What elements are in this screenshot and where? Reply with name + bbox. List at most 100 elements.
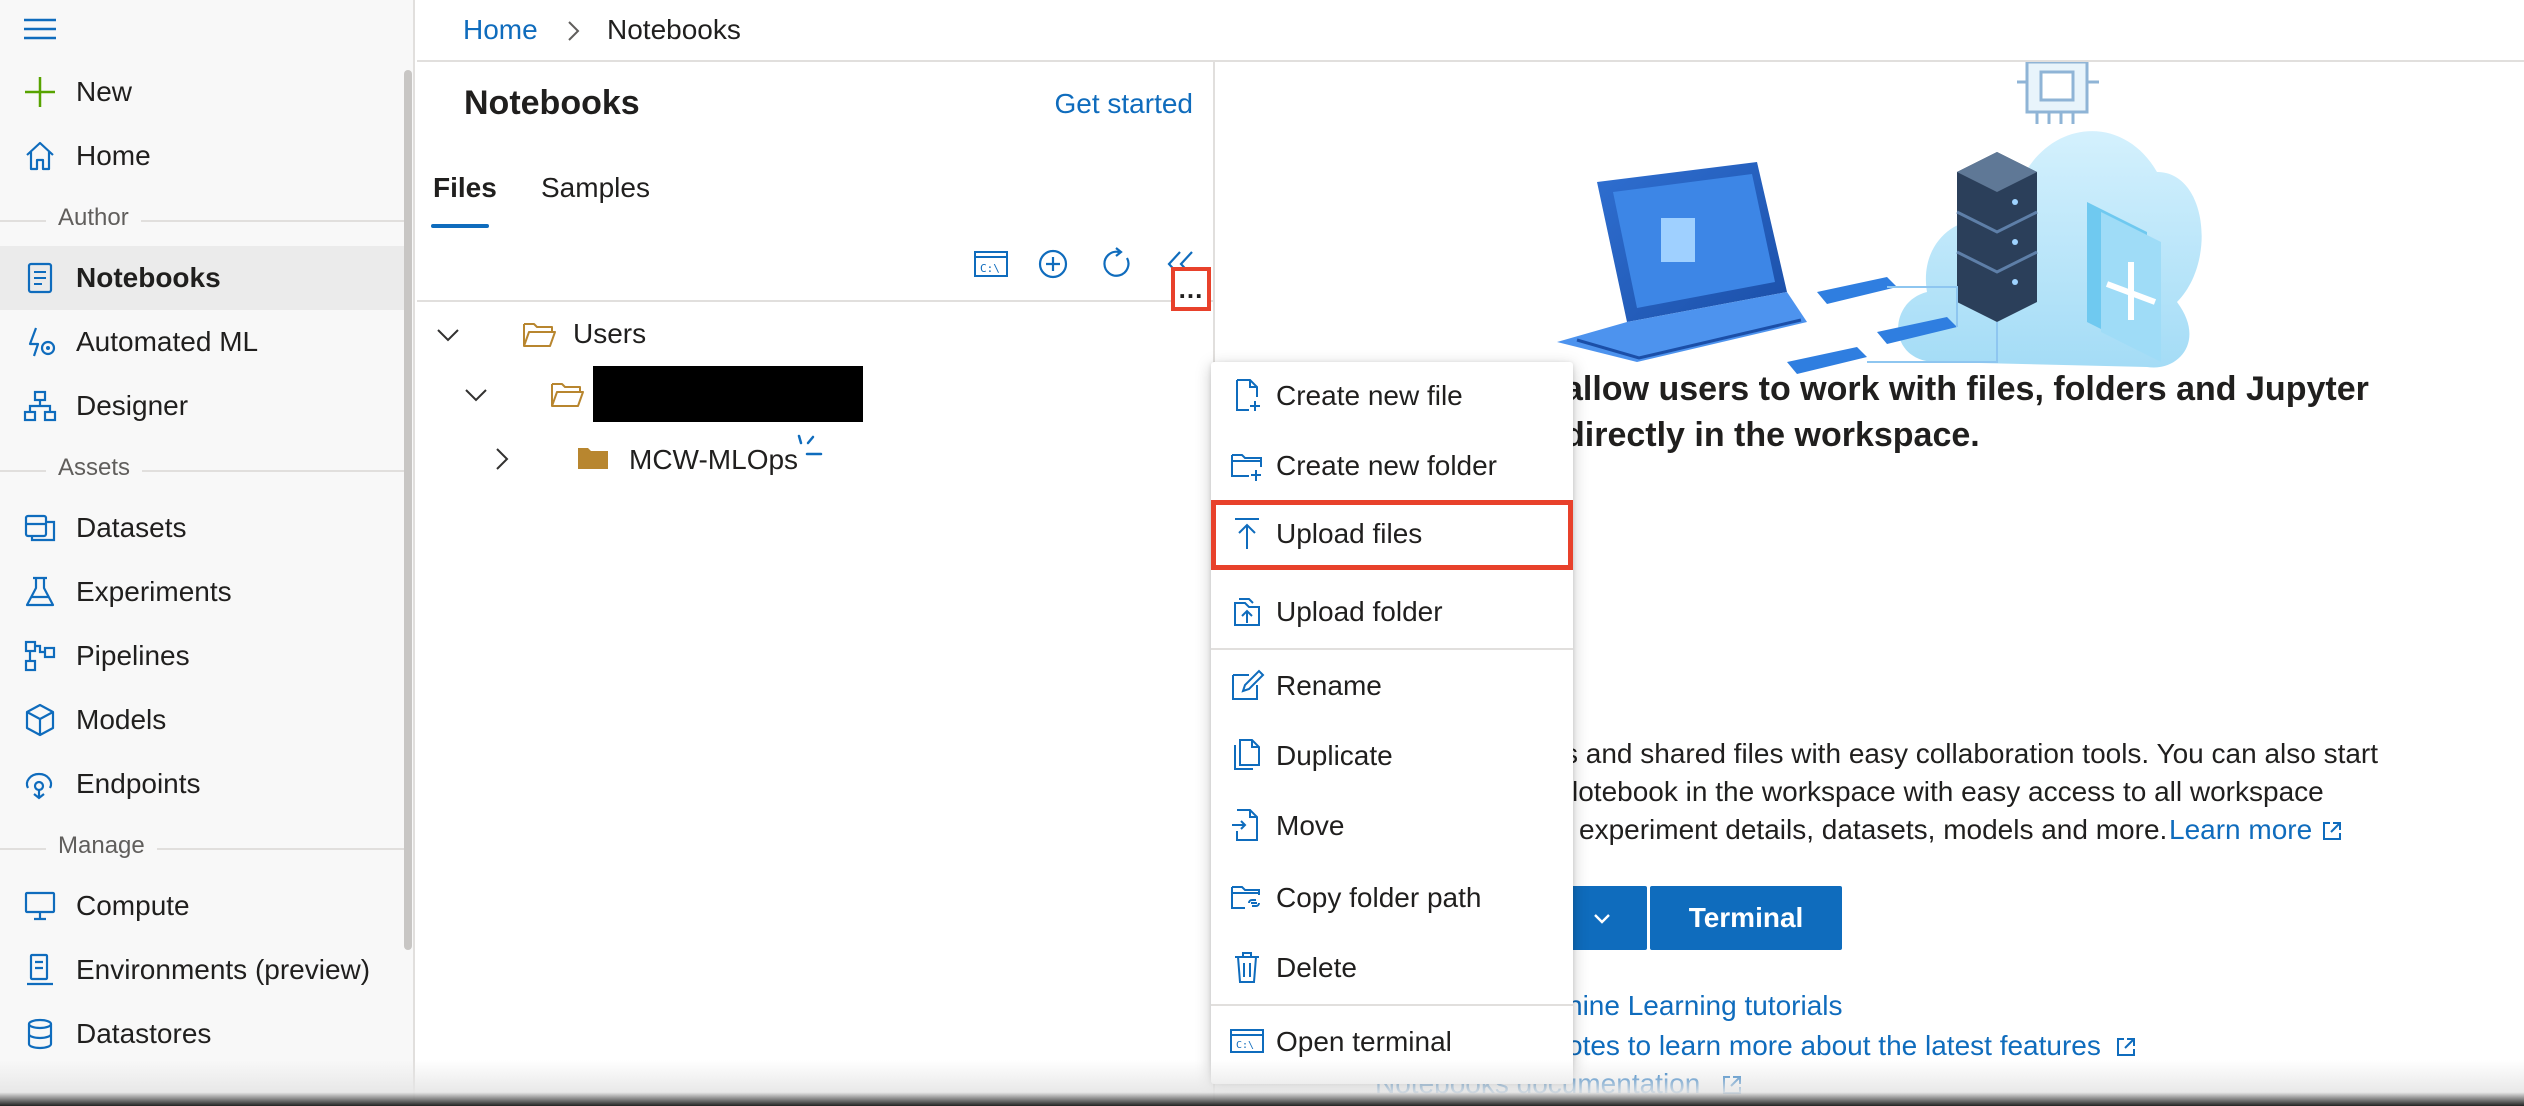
nav-item-experiments[interactable]: Experiments — [0, 560, 404, 624]
nav-item-home[interactable]: Home — [0, 124, 404, 188]
rename-icon — [1229, 667, 1265, 703]
flask-icon — [22, 574, 58, 610]
breadcrumb-current: Notebooks — [607, 14, 741, 45]
learn-more-link[interactable]: Learn more — [2169, 814, 2312, 846]
nav-label: Endpoints — [76, 768, 201, 799]
menu-item-delete[interactable]: Delete — [1211, 934, 1573, 1000]
nav-item-pipelines[interactable]: Pipelines — [0, 624, 404, 688]
dataset-icon — [22, 510, 58, 546]
tutorials-link[interactable]: hine Learning tutorials — [1567, 990, 1843, 1022]
designer-icon — [22, 388, 58, 424]
chevron-down-icon[interactable] — [433, 320, 463, 350]
nav-label: Datastores — [76, 1018, 212, 1049]
duplicate-icon — [1229, 737, 1265, 773]
redacted-username — [593, 366, 863, 422]
nav-item-endpoints[interactable]: Endpoints — [0, 752, 404, 816]
external-link-icon — [2115, 1036, 2137, 1058]
environment-icon — [22, 952, 58, 988]
nav-label: Environments (preview) — [76, 954, 371, 985]
endpoint-icon — [22, 766, 58, 802]
panel-title: Notebooks — [464, 84, 640, 122]
chevron-right-icon[interactable] — [487, 444, 517, 474]
refresh-icon[interactable] — [1097, 244, 1137, 284]
new-file-icon — [1229, 377, 1265, 413]
cube-icon — [22, 702, 58, 738]
nav-label: Home — [76, 140, 151, 171]
menu-item-move[interactable]: Move — [1211, 792, 1573, 858]
folder-context-menu: Create new file Create new folder Upload… — [1211, 362, 1573, 1084]
section-header-author: Author — [0, 200, 404, 240]
tree-row-user-folder[interactable] — [417, 364, 1215, 424]
nav-label: Experiments — [76, 576, 232, 607]
pipeline-icon — [22, 638, 58, 674]
nav-label: Models — [76, 704, 167, 735]
nav-item-datasets[interactable]: Datasets — [0, 496, 404, 560]
nav-item-notebooks[interactable]: Notebooks — [0, 246, 404, 310]
plus-icon — [22, 74, 58, 110]
hamburger-menu-icon[interactable] — [22, 16, 58, 42]
svg-text:C:\: C:\ — [1236, 1040, 1254, 1051]
menu-item-create-new-file[interactable]: Create new file — [1211, 362, 1573, 428]
upload-folder-icon — [1229, 593, 1265, 629]
nav-item-models[interactable]: Models — [0, 688, 404, 752]
sidebar-scrollbar[interactable] — [404, 70, 412, 950]
notebook-icon — [22, 260, 58, 296]
nav-label: Designer — [76, 390, 189, 421]
nav-item-designer[interactable]: Designer — [0, 374, 404, 438]
terminal-icon[interactable]: C:\ — [971, 244, 1011, 284]
new-folder-icon — [1229, 447, 1265, 483]
external-link-icon — [1721, 1074, 1743, 1096]
menu-item-duplicate[interactable]: Duplicate — [1211, 722, 1573, 788]
nav-item-compute[interactable]: Compute — [0, 874, 404, 938]
chevron-down-icon — [1594, 914, 1610, 924]
toolbar-divider — [417, 300, 1213, 302]
menu-item-upload-files[interactable]: Upload files — [1211, 500, 1573, 570]
welcome-heading-line2: directly in the workspace. — [1564, 416, 1980, 454]
menu-item-copy-folder-path[interactable]: Copy folder path — [1211, 864, 1573, 930]
home-icon — [22, 138, 58, 174]
menu-item-upload-folder[interactable]: Upload folder — [1211, 578, 1573, 644]
welcome-heading-line1: allow users to work with files, folders … — [1564, 370, 2369, 408]
folder-icon — [575, 442, 611, 474]
nav-item-environments[interactable]: Environments (preview) — [0, 938, 404, 1002]
nav-label: Compute — [76, 890, 190, 921]
monitor-icon — [22, 888, 58, 924]
left-nav-sidebar: New Home Author Notebooks Automated ML D… — [0, 0, 415, 1106]
menu-item-rename[interactable]: Rename — [1211, 652, 1573, 718]
menu-item-create-new-folder[interactable]: Create new folder — [1211, 432, 1573, 498]
upload-icon — [1229, 515, 1265, 551]
welcome-body-line1: s and shared files with easy collaborati… — [1564, 738, 2379, 769]
breadcrumb: Home Notebooks — [417, 0, 2524, 62]
nav-label: Automated ML — [76, 326, 259, 357]
active-tab-indicator — [431, 224, 489, 228]
tree-row-mcw-mlops[interactable]: MCW-MLOps — [417, 430, 1215, 490]
add-circle-icon[interactable] — [1033, 244, 1073, 284]
nav-item-automated-ml[interactable]: Automated ML — [0, 310, 404, 374]
trash-icon — [1229, 949, 1265, 985]
release-notes-link[interactable]: otes to learn more about the latest feat… — [1567, 1030, 2101, 1062]
automl-icon — [22, 324, 58, 360]
tree-row-users[interactable]: Users — [417, 304, 1215, 364]
loading-spinner-icon — [793, 432, 827, 466]
get-started-link[interactable]: Get started — [1054, 88, 1193, 120]
tab-samples[interactable]: Samples — [541, 172, 650, 220]
tree-item-label: Users — [573, 318, 647, 349]
breadcrumb-home-link[interactable]: Home — [463, 14, 538, 46]
chevron-right-icon — [559, 17, 587, 45]
chevron-down-icon[interactable] — [461, 380, 491, 410]
nav-item-new[interactable]: New — [0, 60, 404, 124]
database-icon — [22, 1016, 58, 1052]
more-options-button[interactable]: ... — [1171, 267, 1211, 311]
menu-item-open-terminal[interactable]: C:\ Open terminal — [1211, 1008, 1573, 1074]
nav-label: New — [76, 76, 133, 107]
folder-open-icon — [521, 318, 557, 350]
section-header-manage: Manage — [0, 828, 404, 868]
nav-item-datastores[interactable]: Datastores — [0, 1002, 404, 1066]
tab-files[interactable]: Files — [433, 172, 497, 220]
terminal-button[interactable]: Terminal — [1650, 886, 1842, 950]
external-link-icon — [2321, 820, 2343, 842]
terminal-icon: C:\ — [1229, 1023, 1265, 1059]
nav-label: Pipelines — [76, 640, 190, 671]
section-header-assets: Assets — [0, 450, 404, 490]
tree-item-label: MCW-MLOps — [629, 444, 799, 475]
